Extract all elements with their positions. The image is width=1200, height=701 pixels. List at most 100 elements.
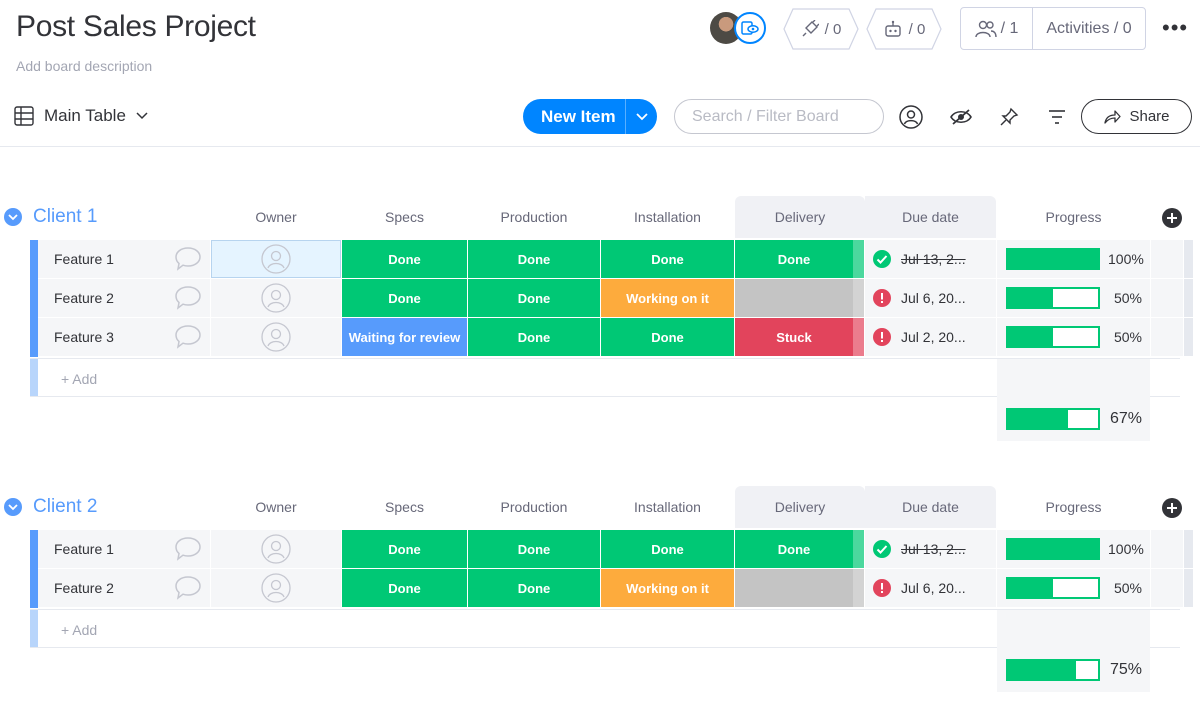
progress-bar xyxy=(1006,577,1100,599)
column-header-progress[interactable]: Progress xyxy=(997,486,1150,528)
specs-status[interactable]: Done xyxy=(342,240,467,278)
due-date-cell[interactable]: Jul 6, 20... xyxy=(865,279,996,317)
chat-bubble-icon[interactable] xyxy=(174,536,202,562)
column-header-installation[interactable]: Installation xyxy=(601,486,734,528)
group-header: Client 1 Owner Specs Production Installa… xyxy=(0,196,1200,238)
more-options-icon[interactable]: ••• xyxy=(1162,17,1188,39)
column-header-production[interactable]: Production xyxy=(468,486,600,528)
search-input[interactable] xyxy=(674,99,884,134)
progress-column-gap xyxy=(997,610,1150,648)
share-button[interactable]: Share xyxy=(1081,99,1192,134)
group-title[interactable]: Client 2 xyxy=(33,496,97,518)
add-item-row[interactable]: + Add xyxy=(30,609,1180,648)
board-title[interactable]: Post Sales Project xyxy=(16,10,256,44)
table-row[interactable]: Feature 1 Done Done Done Done Jul 13, 2.… xyxy=(30,530,1193,569)
item-name[interactable]: Feature 1 xyxy=(38,530,210,568)
delivery-status[interactable]: Stuck xyxy=(735,318,853,356)
collapse-group-icon[interactable] xyxy=(4,208,22,226)
add-item-row[interactable]: + Add xyxy=(30,358,1180,397)
add-column-icon[interactable] xyxy=(1162,208,1182,228)
table-row[interactable]: Feature 1 Done Done Done Done Jul 13, 2.… xyxy=(30,240,1193,279)
due-date-cell[interactable]: Jul 6, 20... xyxy=(865,569,996,607)
owner-cell[interactable] xyxy=(211,569,341,607)
column-header-installation[interactable]: Installation xyxy=(601,196,734,238)
chat-bubble-icon[interactable] xyxy=(174,575,202,601)
column-header-specs[interactable]: Specs xyxy=(342,196,467,238)
collapse-group-icon[interactable] xyxy=(4,498,22,516)
delivery-status[interactable] xyxy=(735,569,853,607)
due-date-cell[interactable]: Jul 13, 2... xyxy=(865,530,996,568)
due-date-text: Jul 6, 20... xyxy=(901,290,966,306)
activities-button[interactable]: Activities / 0 xyxy=(1033,8,1145,49)
group-title[interactable]: Client 1 xyxy=(33,206,97,228)
integrations-button[interactable]: / 0 xyxy=(783,8,859,50)
column-header-due-date[interactable]: Due date xyxy=(865,196,996,238)
production-status[interactable]: Done xyxy=(468,318,600,356)
add-item-label[interactable]: + Add xyxy=(61,622,97,638)
specs-status[interactable]: Done xyxy=(342,569,467,607)
progress-bar xyxy=(1006,287,1100,309)
due-date-text: Jul 13, 2... xyxy=(901,251,966,267)
item-name[interactable]: Feature 2 xyxy=(38,279,210,317)
due-date-cell[interactable]: Jul 13, 2... xyxy=(865,240,996,278)
members-button[interactable]: / 1 xyxy=(961,8,1033,49)
column-header-progress[interactable]: Progress xyxy=(997,196,1150,238)
delivery-status[interactable] xyxy=(735,279,853,317)
new-item-dropdown[interactable] xyxy=(625,99,657,134)
production-status[interactable]: Done xyxy=(468,530,600,568)
specs-status[interactable]: Waiting for review xyxy=(342,318,467,356)
board-description[interactable]: Add board description xyxy=(16,58,152,74)
table-row[interactable]: Feature 3 Waiting for review Done Done S… xyxy=(30,318,1193,357)
column-header-delivery[interactable]: Delivery xyxy=(735,486,865,528)
production-status[interactable]: Done xyxy=(468,279,600,317)
row-tail xyxy=(1151,279,1183,317)
viewer-eye-icon[interactable] xyxy=(734,12,766,44)
chevron-down-icon[interactable] xyxy=(136,112,148,120)
installation-status[interactable]: Done xyxy=(601,240,734,278)
chat-bubble-icon[interactable] xyxy=(174,285,202,311)
delivery-status[interactable]: Done xyxy=(735,530,853,568)
due-date-cell[interactable]: Jul 2, 20... xyxy=(865,318,996,356)
installation-status[interactable]: Working on it xyxy=(601,279,734,317)
view-selector[interactable]: Main Table xyxy=(14,104,148,128)
installation-status[interactable]: Done xyxy=(601,530,734,568)
group-progress-summary: 67% xyxy=(997,397,1150,441)
item-name-text: Feature 1 xyxy=(54,541,114,557)
owner-cell[interactable] xyxy=(211,530,341,568)
pin-button[interactable] xyxy=(996,104,1022,130)
due-date-text: Jul 13, 2... xyxy=(901,541,966,557)
hide-columns-button[interactable] xyxy=(948,104,974,130)
column-header-specs[interactable]: Specs xyxy=(342,486,467,528)
item-name[interactable]: Feature 2 xyxy=(38,569,210,607)
delivery-status[interactable]: Done xyxy=(735,240,853,278)
user-avatar-icon xyxy=(261,534,291,564)
robot-icon xyxy=(884,20,901,37)
production-status[interactable]: Done xyxy=(468,569,600,607)
add-item-label[interactable]: + Add xyxy=(61,371,97,387)
item-name[interactable]: Feature 1 xyxy=(38,240,210,278)
specs-status[interactable]: Done xyxy=(342,279,467,317)
person-filter-button[interactable] xyxy=(898,104,924,130)
owner-cell[interactable] xyxy=(211,318,341,356)
owner-cell[interactable] xyxy=(211,240,341,278)
board-members-avatars[interactable] xyxy=(710,12,770,44)
column-header-owner[interactable]: Owner xyxy=(211,196,341,238)
production-status[interactable]: Done xyxy=(468,240,600,278)
table-row[interactable]: Feature 2 Done Done Working on it Jul 6,… xyxy=(30,569,1193,608)
installation-status[interactable]: Working on it xyxy=(601,569,734,607)
add-column-icon[interactable] xyxy=(1162,498,1182,518)
column-header-due-date[interactable]: Due date xyxy=(865,486,996,528)
table-row[interactable]: Feature 2 Done Done Working on it Jul 6,… xyxy=(30,279,1193,318)
column-header-owner[interactable]: Owner xyxy=(211,486,341,528)
owner-cell[interactable] xyxy=(211,279,341,317)
chat-bubble-icon[interactable] xyxy=(174,246,202,272)
automations-button[interactable]: / 0 xyxy=(866,8,942,50)
column-header-delivery[interactable]: Delivery xyxy=(735,196,865,238)
column-header-production[interactable]: Production xyxy=(468,196,600,238)
specs-status[interactable]: Done xyxy=(342,530,467,568)
chat-bubble-icon[interactable] xyxy=(174,324,202,350)
filter-button[interactable] xyxy=(1044,104,1070,130)
new-item-button[interactable]: New Item xyxy=(523,99,657,134)
item-name[interactable]: Feature 3 xyxy=(38,318,210,356)
installation-status[interactable]: Done xyxy=(601,318,734,356)
